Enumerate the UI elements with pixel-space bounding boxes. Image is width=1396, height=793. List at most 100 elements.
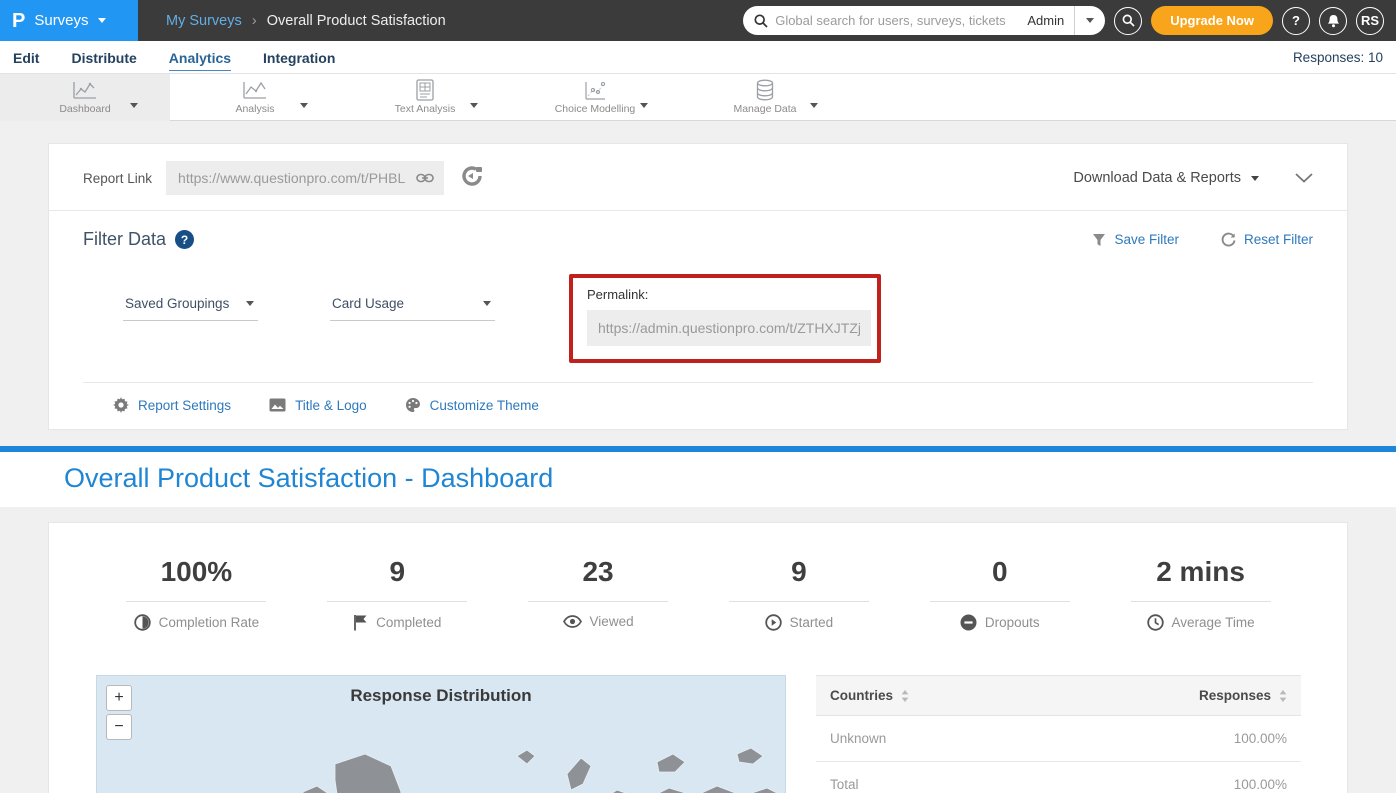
- responses-column-header[interactable]: Responses: [1049, 676, 1301, 716]
- stat-dropouts: 0 Dropouts: [899, 556, 1100, 631]
- report-settings-link[interactable]: Report Settings: [113, 397, 231, 413]
- survey-stats-row: 100% Completion Rate 9 Completed 23: [96, 556, 1301, 631]
- dashboard-title-band: Overall Product Satisfaction - Dashboard: [0, 452, 1396, 507]
- image-icon: [269, 398, 286, 412]
- secure-link-icon[interactable]: [461, 165, 483, 192]
- tool-tab-analysis[interactable]: Analysis: [170, 74, 340, 121]
- chevron-down-icon: [810, 103, 818, 108]
- country-cell: Total: [816, 762, 1049, 793]
- chevron-down-icon: [300, 103, 308, 108]
- scatter-chart-icon: [583, 79, 607, 101]
- tool-tab-dashboard[interactable]: Dashboard: [0, 74, 170, 121]
- report-link-label: Report Link: [83, 171, 152, 186]
- permalink-input[interactable]: [587, 310, 871, 346]
- gear-icon: [113, 397, 129, 413]
- help-button[interactable]: ?: [1282, 7, 1310, 35]
- responses-cell: 100.00%: [1049, 762, 1301, 793]
- divider: [327, 601, 467, 602]
- stat-value: 100%: [161, 556, 233, 588]
- table-row: Unknown 100.00%: [816, 716, 1301, 762]
- palette-icon: [405, 397, 421, 413]
- breadcrumb: My Surveys › Overall Product Satisfactio…: [166, 12, 446, 29]
- stat-average-time: 2 mins Average Time: [1100, 556, 1301, 631]
- sort-icon: [901, 690, 909, 702]
- collapse-chevron-icon[interactable]: [1295, 173, 1313, 183]
- chevron-down-icon: [470, 103, 478, 108]
- dropdown-caret[interactable]: [810, 95, 818, 113]
- divider: [930, 601, 1070, 602]
- filter-header: Filter Data ? Save Filter Reset Filter: [83, 229, 1313, 250]
- reset-filter-button[interactable]: Reset Filter: [1221, 232, 1313, 247]
- breadcrumb-my-surveys[interactable]: My Surveys: [166, 13, 242, 29]
- tab-edit[interactable]: Edit: [13, 44, 39, 70]
- top-bar: P Surveys My Surveys › Overall Product S…: [0, 0, 1396, 41]
- filter-help-icon[interactable]: ?: [175, 230, 194, 249]
- title-logo-link[interactable]: Title & Logo: [269, 398, 367, 413]
- saved-groupings-dropdown[interactable]: Saved Groupings: [123, 296, 258, 321]
- funnel-icon: [1092, 233, 1106, 247]
- download-data-reports-dropdown[interactable]: Download Data & Reports: [1073, 170, 1259, 186]
- dashboard-card: 100% Completion Rate 9 Completed 23: [48, 522, 1348, 793]
- countries-column-header[interactable]: Countries: [816, 676, 1049, 716]
- user-avatar[interactable]: RS: [1356, 7, 1384, 35]
- global-search-input[interactable]: [775, 13, 1017, 28]
- tab-integration[interactable]: Integration: [263, 44, 335, 70]
- search-scope-dropdown[interactable]: [1075, 6, 1105, 35]
- divider: [126, 601, 266, 602]
- analytics-toolbar: Dashboard Analysis Text Analysis Choice …: [0, 74, 1396, 121]
- link-icon[interactable]: [416, 172, 434, 184]
- upgrade-now-button[interactable]: Upgrade Now: [1151, 6, 1273, 35]
- stat-value: 23: [582, 556, 613, 588]
- report-link-row: Report Link Download Data & Reports: [49, 144, 1347, 210]
- tool-tab-choice-modelling[interactable]: Choice Modelling: [510, 74, 680, 121]
- global-search: Admin: [743, 6, 1105, 35]
- world-map[interactable]: [97, 726, 786, 793]
- filter-controls: Saved Groupings Card Usage Permalink:: [83, 276, 1313, 363]
- search-scope-selector[interactable]: Admin: [1017, 13, 1074, 28]
- filter-data-title: Filter Data: [83, 229, 166, 250]
- chevron-down-icon: [130, 103, 138, 108]
- clock-icon: [1147, 614, 1164, 631]
- country-cell: Unknown: [816, 716, 1049, 762]
- tool-tab-manage-data[interactable]: Manage Data: [680, 74, 850, 121]
- breadcrumb-current-survey: Overall Product Satisfaction: [267, 13, 446, 29]
- permalink-highlight-annotation: Permalink:: [569, 274, 881, 363]
- survey-nav: Edit Distribute Analytics Integration Re…: [0, 41, 1396, 74]
- tab-analytics[interactable]: Analytics: [169, 44, 231, 71]
- chevron-down-icon: [1086, 18, 1094, 23]
- dashboard-body: Response Distribution + −: [96, 675, 1301, 793]
- document-table-icon: [415, 79, 435, 101]
- responses-count: Responses: 10: [1293, 50, 1383, 65]
- stat-label: Average Time: [1172, 615, 1255, 630]
- map-title: Response Distribution: [97, 686, 785, 706]
- chevron-down-icon: [246, 301, 254, 306]
- topbar-actions: Admin Upgrade Now ? RS: [743, 6, 1396, 35]
- tool-tab-text-analysis[interactable]: Text Analysis: [340, 74, 510, 121]
- dropdown-caret[interactable]: [640, 95, 648, 113]
- customize-theme-link[interactable]: Customize Theme: [405, 397, 539, 413]
- tool-tab-label: Dashboard: [59, 103, 110, 115]
- stat-value: 9: [791, 556, 807, 588]
- save-filter-label: Save Filter: [1114, 232, 1179, 247]
- search-button[interactable]: [1114, 7, 1142, 35]
- contrast-icon: [134, 614, 151, 631]
- notifications-button[interactable]: [1319, 7, 1347, 35]
- dropdown-caret[interactable]: [130, 95, 138, 113]
- divider: [729, 601, 869, 602]
- report-link-input[interactable]: [178, 170, 416, 186]
- filter-actions: Save Filter Reset Filter: [1092, 232, 1313, 247]
- dropdown-caret[interactable]: [300, 95, 308, 113]
- tab-distribute[interactable]: Distribute: [71, 44, 136, 70]
- sort-icon: [1279, 690, 1287, 702]
- chevron-down-icon: [98, 18, 106, 23]
- divider: [528, 601, 668, 602]
- search-icon: [754, 14, 768, 28]
- save-filter-button[interactable]: Save Filter: [1092, 232, 1179, 247]
- tool-tab-label: Analysis: [235, 103, 274, 115]
- zoom-in-button[interactable]: +: [106, 685, 132, 711]
- refresh-icon: [1221, 232, 1236, 247]
- dropdown-caret[interactable]: [470, 95, 478, 113]
- card-usage-dropdown[interactable]: Card Usage: [330, 296, 495, 321]
- line-chart-icon: [72, 79, 98, 101]
- app-menu-surveys[interactable]: P Surveys: [0, 0, 138, 41]
